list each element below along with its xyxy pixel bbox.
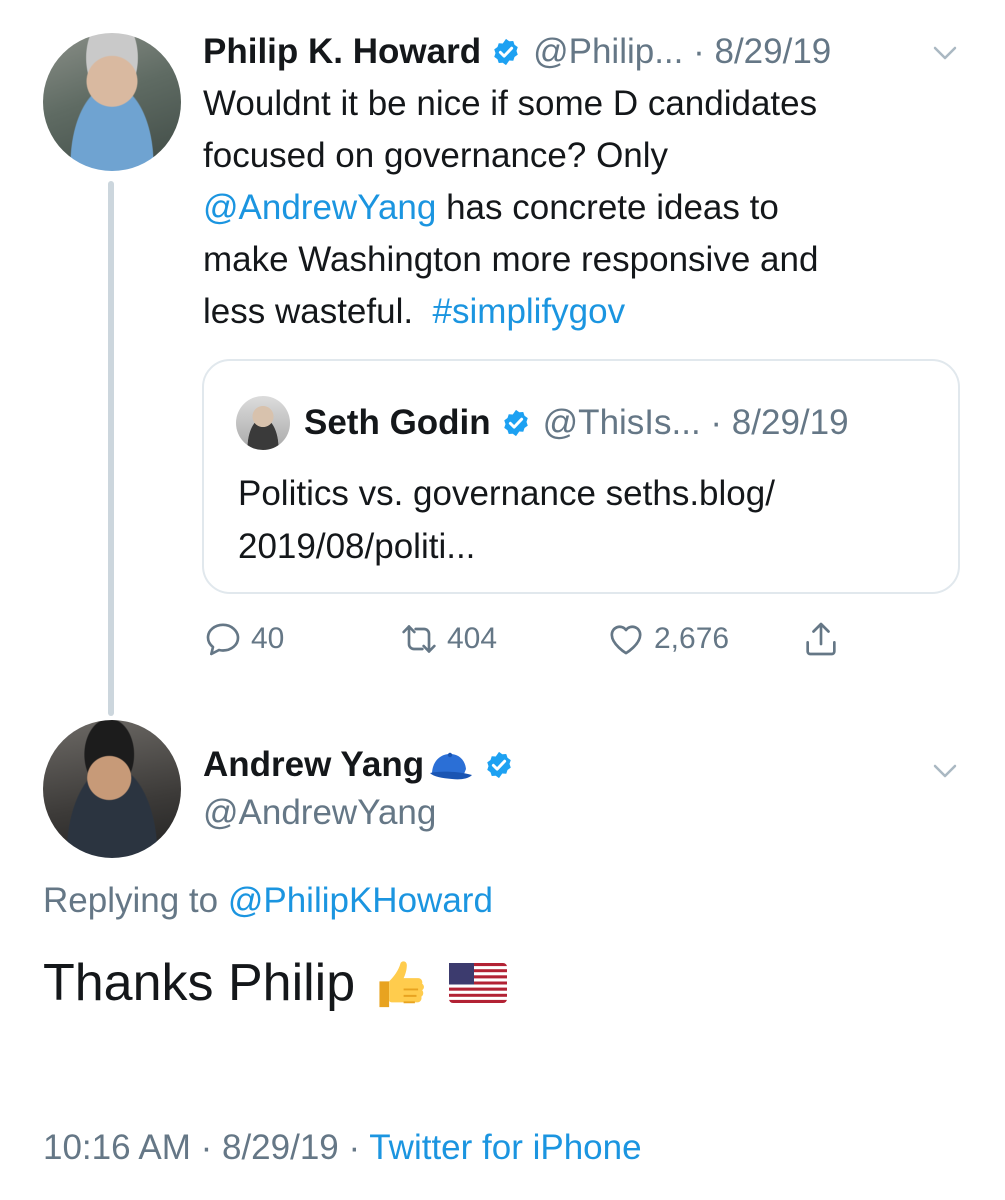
avatar-seth-godin xyxy=(236,396,290,450)
reply-button[interactable]: 40 xyxy=(203,617,284,661)
share-icon xyxy=(806,622,836,656)
like-count: 2,676 xyxy=(654,622,730,655)
heart-icon xyxy=(610,625,642,655)
parent-tweet-header: Philip K. Howard @Philip... · 8/29/19 xyxy=(203,24,831,80)
cap-emoji-icon xyxy=(430,752,473,780)
author-name[interactable]: Philip K. Howard xyxy=(203,32,481,72)
chevron-down-icon[interactable] xyxy=(930,38,960,68)
reply-author-name[interactable]: Andrew Yang xyxy=(203,745,424,785)
reply-author-handle[interactable]: @AndrewYang xyxy=(203,791,436,835)
tweet-text-line: Wouldnt it be nice if some D candidates xyxy=(203,84,818,123)
thumbs-up-emoji-icon xyxy=(379,961,425,1008)
mention-link-andrewyang[interactable]: @AndrewYang xyxy=(203,188,436,227)
replying-to-line: Replying to @PhilipKHoward xyxy=(43,879,493,923)
quoted-text-line: 2019/08/politi... xyxy=(238,527,476,566)
quoted-tweet-text: Politics vs. governance seths.blog/ 2019… xyxy=(238,467,938,573)
tweet-text-line: has concrete ideas to xyxy=(436,188,779,227)
reply-text: Thanks Philip xyxy=(43,954,356,1012)
hashtag-link[interactable]: #simplifygov xyxy=(433,292,626,331)
reply-count: 40 xyxy=(251,622,285,655)
tweet-text-line: less wasteful. xyxy=(203,292,433,331)
avatar-philip-howard[interactable] xyxy=(43,33,181,171)
replying-to-handle-link[interactable]: @PhilipKHoward xyxy=(228,881,493,920)
author-handle-date[interactable]: @Philip... · 8/29/19 xyxy=(533,32,831,72)
avatar-andrew-yang[interactable] xyxy=(43,720,181,858)
tweet-timestamp[interactable]: 10:16 AM · 8/29/19 · xyxy=(43,1128,369,1167)
tweet-text-line: focused on governance? Only xyxy=(203,136,669,175)
thread-connector-line xyxy=(108,181,114,716)
reply-author-row: Andrew Yang xyxy=(203,738,514,792)
reply-tweet-text: Thanks Philip xyxy=(43,950,508,1016)
verified-badge-icon xyxy=(494,38,518,66)
replying-to-label: Replying to xyxy=(43,881,228,920)
quoted-text-line: Politics vs. governance seths.blog/ xyxy=(238,474,775,513)
retweet-icon xyxy=(402,625,436,653)
share-button[interactable] xyxy=(801,617,849,661)
chevron-down-icon[interactable] xyxy=(930,756,960,786)
verified-badge-icon xyxy=(503,409,528,437)
quoted-author-name: Seth Godin xyxy=(304,403,491,442)
like-button[interactable]: 2,676 xyxy=(606,617,729,661)
us-flag-emoji-icon xyxy=(449,963,508,1003)
reply-icon xyxy=(206,623,240,656)
verified-badge-icon xyxy=(487,751,511,779)
tweet-text-line: make Washington more responsive and xyxy=(203,240,819,279)
parent-tweet-text: Wouldnt it be nice if some D candidates … xyxy=(203,78,963,338)
retweet-button[interactable]: 404 xyxy=(399,617,497,661)
quoted-tweet-header: Seth Godin @ThisIs... · 8/29/19 xyxy=(304,396,849,450)
tweet-source-link[interactable]: Twitter for iPhone xyxy=(369,1128,641,1167)
tweet-meta-footer: 10:16 AM · 8/29/19 · Twitter for iPhone xyxy=(43,1125,642,1171)
quoted-handle-date: @ThisIs... · 8/29/19 xyxy=(542,403,849,442)
retweet-count: 404 xyxy=(447,622,498,655)
